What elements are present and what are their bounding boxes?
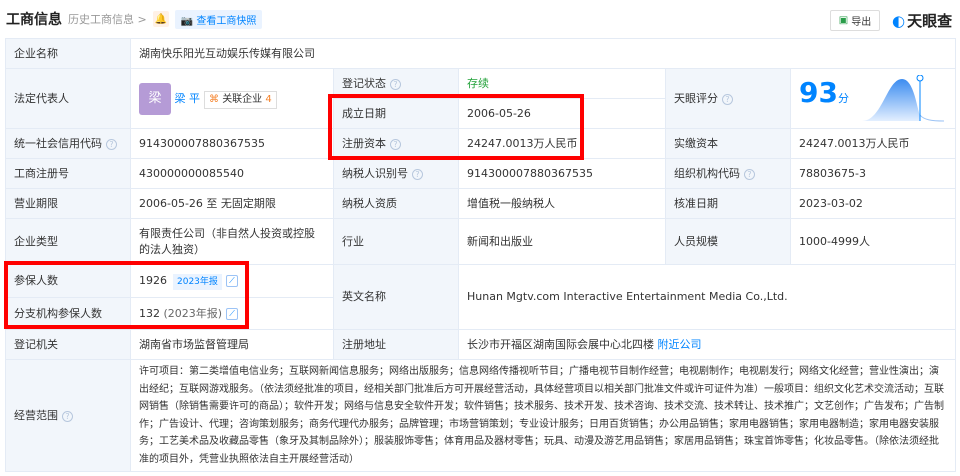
label: 纳税人资质 xyxy=(333,188,459,219)
label: 企业名称 xyxy=(5,38,131,69)
highlight-box-insured xyxy=(4,261,249,329)
label-text: 统一社会信用代码 xyxy=(14,136,102,150)
help-icon[interactable]: ? xyxy=(412,168,423,180)
address: 长沙市开福区湖南国际会展中心北四楼 附近公司 xyxy=(457,329,957,360)
avatar: 梁 xyxy=(139,82,171,115)
label-text: 天眼评分 xyxy=(674,91,718,105)
help-icon[interactable]: ? xyxy=(62,410,73,422)
label-text: 纳税人识别号 xyxy=(342,166,408,180)
label: 英文名称 xyxy=(333,264,459,330)
label: 天眼评分? xyxy=(665,68,791,129)
staff-size: 1000-4999人 xyxy=(789,218,957,265)
label: 纳税人识别号? xyxy=(333,158,459,189)
network-icon: ⌘ xyxy=(209,93,219,105)
legal-rep-name[interactable]: 梁 平 xyxy=(175,92,201,105)
company-type: 有限责任公司（非自然人投资或控股的法人独资） xyxy=(130,218,334,265)
label: 实缴资本 xyxy=(665,128,791,159)
label: 法定代表人 xyxy=(5,68,131,129)
label: 行业 xyxy=(333,218,459,265)
label: 组织机构代码? xyxy=(665,158,791,189)
english-name: Hunan Mgtv.com Interactive Entertainment… xyxy=(457,264,957,330)
snapshot-button[interactable]: 📷 查看工商快照 xyxy=(174,9,263,29)
nearby-companies-link[interactable]: 附近公司 xyxy=(658,338,702,351)
label-text: 组织机构代码 xyxy=(674,166,740,180)
export-label: 导出 xyxy=(851,17,872,28)
label-text: 经营范围 xyxy=(14,408,58,422)
term: 2006-05-26 至 无固定期限 xyxy=(130,188,334,219)
business-scope: 许可项目：第二类增值电信业务；互联网新闻信息服务；网络出版服务；信息网络传播视听… xyxy=(129,359,957,472)
snapshot-label: 查看工商快照 xyxy=(196,15,257,27)
history-link[interactable]: 历史工商信息 > xyxy=(68,11,147,27)
help-icon[interactable]: ? xyxy=(722,93,733,105)
highlight-box-capital xyxy=(328,94,584,160)
taxpayer-qual: 增值税一般纳税人 xyxy=(458,188,666,219)
score-distribution-chart xyxy=(862,74,945,121)
section-title: 工商信息 xyxy=(6,12,62,28)
label: 统一社会信用代码? xyxy=(5,128,131,159)
label: 人员规模 xyxy=(665,218,791,265)
label: 企业类型 xyxy=(5,218,131,265)
industry: 新闻和出版业 xyxy=(458,218,666,265)
address-text: 长沙市开福区湖南国际会展中心北四楼 xyxy=(467,337,654,351)
score-cell: 93分 xyxy=(789,68,957,129)
reg-no: 430000000085540 xyxy=(130,158,334,189)
bell-icon[interactable]: 🔔 xyxy=(152,11,169,27)
camera-icon: 📷 xyxy=(180,15,197,27)
excel-icon: ▣ xyxy=(838,15,849,26)
label: 经营范围? xyxy=(5,359,131,472)
approval-date: 2023-03-02 xyxy=(789,188,957,219)
help-icon[interactable]: ? xyxy=(106,138,117,150)
org-code: 78803675-3 xyxy=(789,158,957,189)
label: 营业期限 xyxy=(5,188,131,219)
paid-capital: 24247.0013万人民币 xyxy=(789,128,957,159)
company-name: 湖南快乐阳光互动娱乐传媒有限公司 xyxy=(129,38,957,69)
help-icon[interactable]: ? xyxy=(390,78,401,90)
taxpayer-id: 914300007880367535 xyxy=(458,158,666,189)
label: 登记机关 xyxy=(5,329,131,360)
label: 工商注册号 xyxy=(5,158,131,189)
logo-icon: ◐ xyxy=(892,11,906,30)
authority: 湖南省市场监督管理局 xyxy=(130,329,334,360)
label: 核准日期 xyxy=(665,188,791,219)
export-button[interactable]: ▣ 导出 xyxy=(830,10,880,31)
score-unit: 分 xyxy=(837,91,849,105)
credit-code: 914300007880367535 xyxy=(130,128,334,159)
related-count: 4 xyxy=(265,93,272,105)
legal-rep: 梁 梁 平 ⌘ 关联企业 4 xyxy=(130,68,334,129)
label-text: 登记状态 xyxy=(342,76,386,90)
section-header: 工商信息 历史工商信息 > 🔔 📷 查看工商快照 xyxy=(6,8,263,30)
logo: ◐ 天眼查 xyxy=(892,10,952,31)
related-label: 关联企业 xyxy=(222,93,263,105)
logo-text: 天眼查 xyxy=(907,12,953,30)
related-companies-button[interactable]: ⌘ 关联企业 4 xyxy=(204,90,277,109)
help-icon[interactable]: ? xyxy=(744,168,755,180)
label: 注册地址 xyxy=(333,329,459,360)
score-value: 93 xyxy=(799,75,838,109)
